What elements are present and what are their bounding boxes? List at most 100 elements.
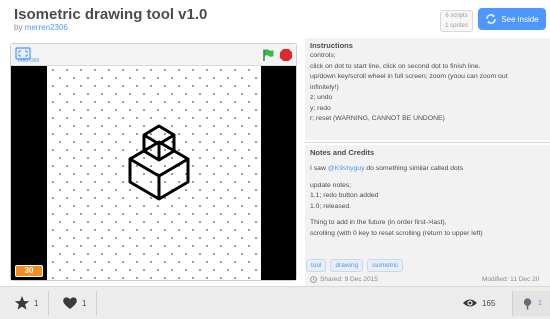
grid-dot[interactable] xyxy=(199,205,201,207)
grid-dot[interactable] xyxy=(94,101,96,103)
grid-dot[interactable] xyxy=(94,261,96,263)
grid-dot[interactable] xyxy=(185,109,187,111)
grid-dot[interactable] xyxy=(248,69,250,71)
grid-dot[interactable] xyxy=(73,205,75,207)
grid-dot[interactable] xyxy=(171,269,173,271)
grid-dot[interactable] xyxy=(227,157,229,159)
grid-dot[interactable] xyxy=(101,157,103,159)
grid-dot[interactable] xyxy=(66,133,68,135)
grid-dot[interactable] xyxy=(234,245,236,247)
grid-dot[interactable] xyxy=(220,165,222,167)
grid-dot[interactable] xyxy=(206,117,208,119)
grid-dot[interactable] xyxy=(234,133,236,135)
grid-dot[interactable] xyxy=(52,197,54,199)
grid-dot[interactable] xyxy=(136,229,138,231)
grid-dot[interactable] xyxy=(59,253,61,255)
grid-dot[interactable] xyxy=(220,133,222,135)
grid-dot[interactable] xyxy=(234,149,236,151)
grid-dot[interactable] xyxy=(115,173,117,175)
grid-dot[interactable] xyxy=(59,157,61,159)
grid-dot[interactable] xyxy=(178,149,180,151)
grid-dot[interactable] xyxy=(115,253,117,255)
grid-dot[interactable] xyxy=(136,101,138,103)
grid-dot[interactable] xyxy=(129,109,131,111)
grid-dot[interactable] xyxy=(101,253,103,255)
grid-dot[interactable] xyxy=(171,125,173,127)
grid-dot[interactable] xyxy=(248,149,250,151)
grid-dot[interactable] xyxy=(108,213,110,215)
grid-dot[interactable] xyxy=(73,93,75,95)
grid-dot[interactable] xyxy=(59,109,61,111)
grid-dot[interactable] xyxy=(178,133,180,135)
grid-dot[interactable] xyxy=(248,245,250,247)
grid-dot[interactable] xyxy=(192,85,194,87)
grid-dot[interactable] xyxy=(80,197,82,199)
grid-dot[interactable] xyxy=(129,77,131,79)
grid-dot[interactable] xyxy=(220,261,222,263)
grid-dot[interactable] xyxy=(122,101,124,103)
grid-dot[interactable] xyxy=(101,173,103,175)
grid-dot[interactable] xyxy=(80,229,82,231)
grid-dot[interactable] xyxy=(178,197,180,199)
grid-dot[interactable] xyxy=(220,229,222,231)
grid-dot[interactable] xyxy=(192,213,194,215)
grid-dot[interactable] xyxy=(227,173,229,175)
grid-dot[interactable] xyxy=(234,85,236,87)
grid-dot[interactable] xyxy=(136,85,138,87)
grid-dot[interactable] xyxy=(227,189,229,191)
grid-dot[interactable] xyxy=(241,125,243,127)
grid-dot[interactable] xyxy=(101,77,103,79)
grid-dot[interactable] xyxy=(255,189,257,191)
isometric-dot-grid[interactable] xyxy=(47,66,264,280)
grid-dot[interactable] xyxy=(101,109,103,111)
grid-dot[interactable] xyxy=(241,109,243,111)
grid-dot[interactable] xyxy=(66,213,68,215)
grid-dot[interactable] xyxy=(213,189,215,191)
grid-dot[interactable] xyxy=(94,277,96,279)
tag-drawing[interactable]: drawing xyxy=(330,259,364,272)
grid-dot[interactable] xyxy=(206,165,208,167)
grid-dot[interactable] xyxy=(220,277,222,279)
grid-dot[interactable] xyxy=(255,205,257,207)
grid-dot[interactable] xyxy=(220,85,222,87)
grid-dot[interactable] xyxy=(199,221,201,223)
grid-dot[interactable] xyxy=(234,101,236,103)
grid-dot[interactable] xyxy=(255,237,257,239)
grid-dot[interactable] xyxy=(164,229,166,231)
grid-dot[interactable] xyxy=(206,277,208,279)
grid-dot[interactable] xyxy=(136,261,138,263)
grid-dot[interactable] xyxy=(157,253,159,255)
grid-dot[interactable] xyxy=(227,141,229,143)
grid-dot[interactable] xyxy=(157,221,159,223)
grid-dot[interactable] xyxy=(206,197,208,199)
grid-dot[interactable] xyxy=(80,101,82,103)
grid-dot[interactable] xyxy=(192,277,194,279)
grid-dot[interactable] xyxy=(136,117,138,119)
grid-dot[interactable] xyxy=(164,213,166,215)
grid-dot[interactable] xyxy=(199,237,201,239)
grid-dot[interactable] xyxy=(171,237,173,239)
grid-dot[interactable] xyxy=(101,205,103,207)
grid-dot[interactable] xyxy=(94,85,96,87)
grid-dot[interactable] xyxy=(66,85,68,87)
grid-dot[interactable] xyxy=(164,261,166,263)
grid-dot[interactable] xyxy=(227,269,229,271)
grid-dot[interactable] xyxy=(122,133,124,135)
grid-dot[interactable] xyxy=(122,229,124,231)
grid-dot[interactable] xyxy=(192,69,194,71)
grid-dot[interactable] xyxy=(220,245,222,247)
grid-dot[interactable] xyxy=(213,237,215,239)
grid-dot[interactable] xyxy=(52,149,54,151)
grid-dot[interactable] xyxy=(171,173,173,175)
grid-dot[interactable] xyxy=(192,245,194,247)
grid-dot[interactable] xyxy=(129,205,131,207)
grid-dot[interactable] xyxy=(241,189,243,191)
grid-dot[interactable] xyxy=(87,237,89,239)
grid-dot[interactable] xyxy=(52,181,54,183)
grid-dot[interactable] xyxy=(255,77,257,79)
grid-dot[interactable] xyxy=(136,69,138,71)
grid-dot[interactable] xyxy=(234,277,236,279)
grid-dot[interactable] xyxy=(220,213,222,215)
grid-dot[interactable] xyxy=(213,205,215,207)
grid-dot[interactable] xyxy=(94,181,96,183)
